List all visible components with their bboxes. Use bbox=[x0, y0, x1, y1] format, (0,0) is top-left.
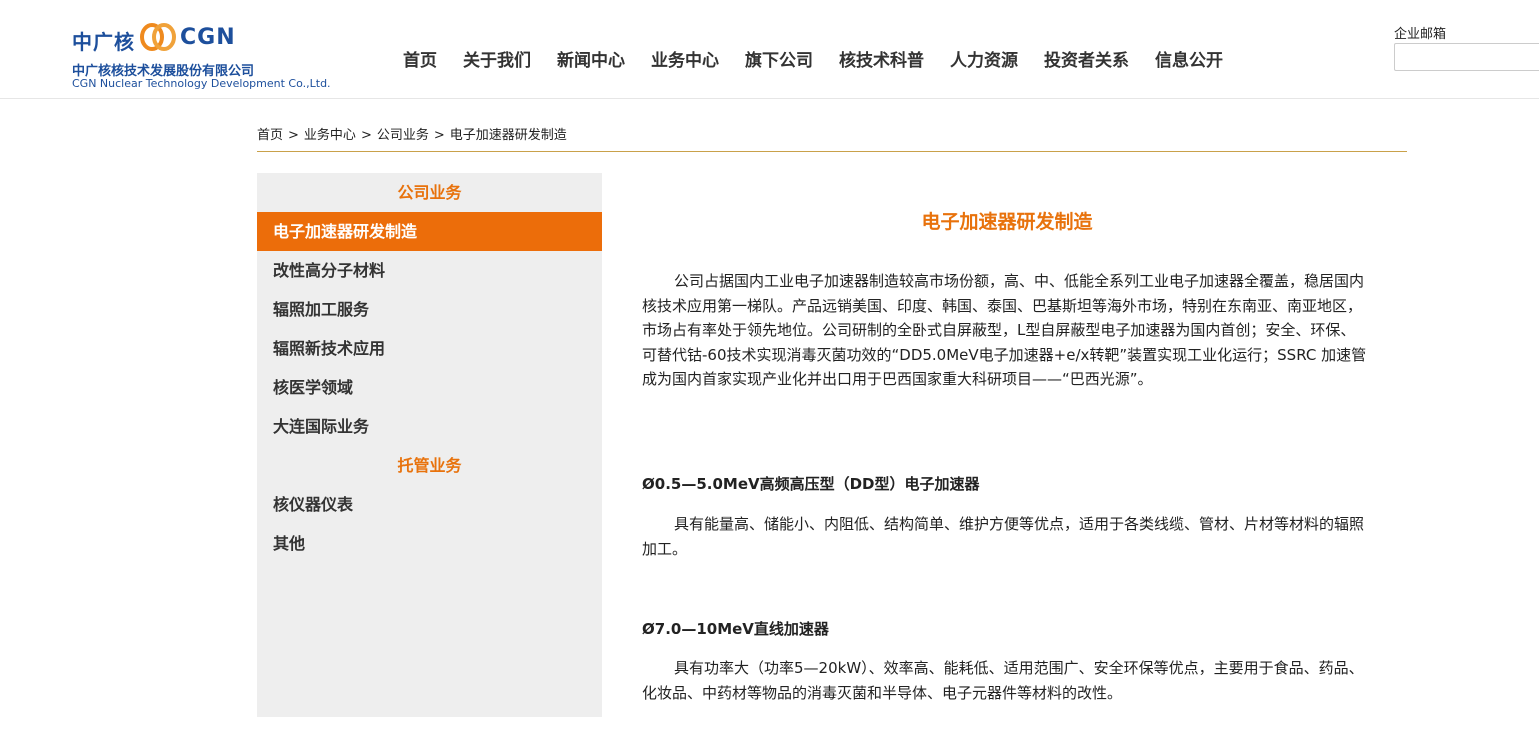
breadcrumb-divider bbox=[257, 151, 1407, 152]
logo-mark-icon bbox=[140, 23, 176, 51]
nav-investors[interactable]: 投资者关系 bbox=[1044, 46, 1129, 71]
page-title: 电子加速器研发制造 bbox=[921, 211, 1093, 233]
nav-science[interactable]: 核技术科普 bbox=[839, 46, 924, 71]
main-nav: 首页 关于我们 新闻中心 业务中心 旗下公司 核技术科普 人力资源 投资者关系 … bbox=[390, 46, 1236, 71]
section1-heading: Ø0.5—5.0MeV高频高压型（DD型）电子加速器 bbox=[642, 475, 980, 493]
sidebar-item-polymer[interactable]: 改性高分子材料 bbox=[257, 251, 602, 290]
sidebar-item-instruments[interactable]: 核仪器仪表 bbox=[257, 485, 602, 524]
logo-company-en: CGN Nuclear Technology Development Co.,L… bbox=[72, 77, 331, 90]
sidebar-item-other[interactable]: 其他 bbox=[257, 524, 602, 563]
breadcrumb-business-center[interactable]: 业务中心 bbox=[304, 128, 356, 143]
section1-paragraph: 具有能量高、储能小、内阻低、结构简单、维护方便等优点，适用于各类线缆、管材、片材… bbox=[642, 515, 1365, 558]
breadcrumb-home[interactable]: 首页 bbox=[257, 128, 283, 143]
nav-home[interactable]: 首页 bbox=[403, 46, 437, 71]
logo-brand-cn: 中广核 bbox=[72, 30, 135, 54]
sidebar-item-nuclear-medicine[interactable]: 核医学领域 bbox=[257, 368, 602, 407]
sidebar-group-trust-business: 托管业务 bbox=[397, 456, 462, 475]
sidebar: 公司业务 电子加速器研发制造 改性高分子材料 辐照加工服务 辐照新技术应用 核医… bbox=[257, 173, 602, 717]
nav-disclosure[interactable]: 信息公开 bbox=[1155, 46, 1223, 71]
breadcrumb-current: 电子加速器研发制造 bbox=[449, 128, 567, 143]
intro-paragraph: 公司占据国内工业电子加速器制造较高市场份额，高、中、低能全系列工业电子加速器全覆… bbox=[642, 272, 1367, 388]
site-header: 中广核 CGN 中广核核技术发展股份有限公司 CGN Nuclear Techn… bbox=[0, 0, 1539, 99]
sidebar-item-dalian[interactable]: 大连国际业务 bbox=[257, 407, 602, 446]
section2-heading: Ø7.0—10MeV直线加速器 bbox=[642, 620, 829, 638]
breadcrumb: 首页 > 业务中心 > 公司业务 > 电子加速器研发制造 bbox=[257, 128, 567, 143]
nav-hr[interactable]: 人力资源 bbox=[950, 46, 1018, 71]
sidebar-item-irradiation-tech[interactable]: 辐照新技术应用 bbox=[257, 329, 602, 368]
sidebar-item-accelerator[interactable]: 电子加速器研发制造 bbox=[257, 212, 602, 251]
company-logo[interactable]: 中广核 CGN 中广核核技术发展股份有限公司 CGN Nuclear Techn… bbox=[72, 20, 362, 92]
logo-brand-en: CGN bbox=[180, 25, 236, 50]
sidebar-item-irradiation-service[interactable]: 辐照加工服务 bbox=[257, 290, 602, 329]
sidebar-group-company-business: 公司业务 bbox=[397, 183, 462, 202]
nav-about[interactable]: 关于我们 bbox=[463, 46, 531, 71]
nav-business[interactable]: 业务中心 bbox=[651, 46, 719, 71]
breadcrumb-company-business[interactable]: 公司业务 bbox=[377, 128, 429, 143]
section2-paragraph: 具有功率大（功率5—20kW）、效率高、能耗低、适用范围广、安全环保等优点，主要… bbox=[642, 659, 1364, 702]
enterprise-mail-input[interactable] bbox=[1394, 43, 1539, 71]
nav-subsidiaries[interactable]: 旗下公司 bbox=[745, 46, 813, 71]
nav-news[interactable]: 新闻中心 bbox=[557, 46, 625, 71]
enterprise-mail-label: 企业邮箱 bbox=[1394, 27, 1447, 42]
